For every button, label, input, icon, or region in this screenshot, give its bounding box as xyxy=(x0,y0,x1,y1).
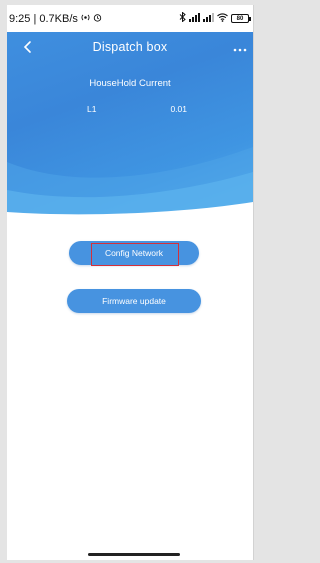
status-bar: 9:25 | 0.7KB/s 80 xyxy=(7,5,253,32)
config-network-label: Config Network xyxy=(104,248,164,258)
status-right: 80 xyxy=(179,11,251,25)
alarm-icon xyxy=(93,13,102,25)
more-dots-icon[interactable] xyxy=(233,42,247,52)
status-time: 9:25 | 0.7KB/s xyxy=(9,12,78,25)
config-network-button[interactable]: Config Network xyxy=(69,241,199,265)
status-left: 9:25 | 0.7KB/s xyxy=(9,13,102,25)
signal-icon xyxy=(189,12,200,25)
signal-icon xyxy=(203,12,214,25)
phone-screen: 9:25 | 0.7KB/s 80 Dispatch box HouseHold… xyxy=(7,5,254,560)
firmware-update-label: Firmware update xyxy=(102,296,166,306)
header-panel: Dispatch box HouseHold Current L1 0.01 xyxy=(7,32,253,222)
phase-value: 0.01 xyxy=(170,104,187,114)
battery-icon: 80 xyxy=(231,14,251,23)
household-reading-row: L1 0.01 xyxy=(87,104,187,114)
bluetooth-icon xyxy=(179,11,186,25)
household-current-title: HouseHold Current xyxy=(89,78,171,89)
hotspot-icon xyxy=(81,13,90,25)
phase-label: L1 xyxy=(87,104,97,114)
firmware-update-button[interactable]: Firmware update xyxy=(67,289,201,313)
wave-decoration xyxy=(7,147,253,222)
nav-bar: Dispatch box xyxy=(7,32,253,62)
page-title: Dispatch box xyxy=(92,40,168,54)
battery-level: 80 xyxy=(236,15,244,22)
chevron-left-icon[interactable] xyxy=(21,39,35,55)
wifi-icon xyxy=(217,12,228,25)
home-indicator[interactable] xyxy=(88,553,180,556)
